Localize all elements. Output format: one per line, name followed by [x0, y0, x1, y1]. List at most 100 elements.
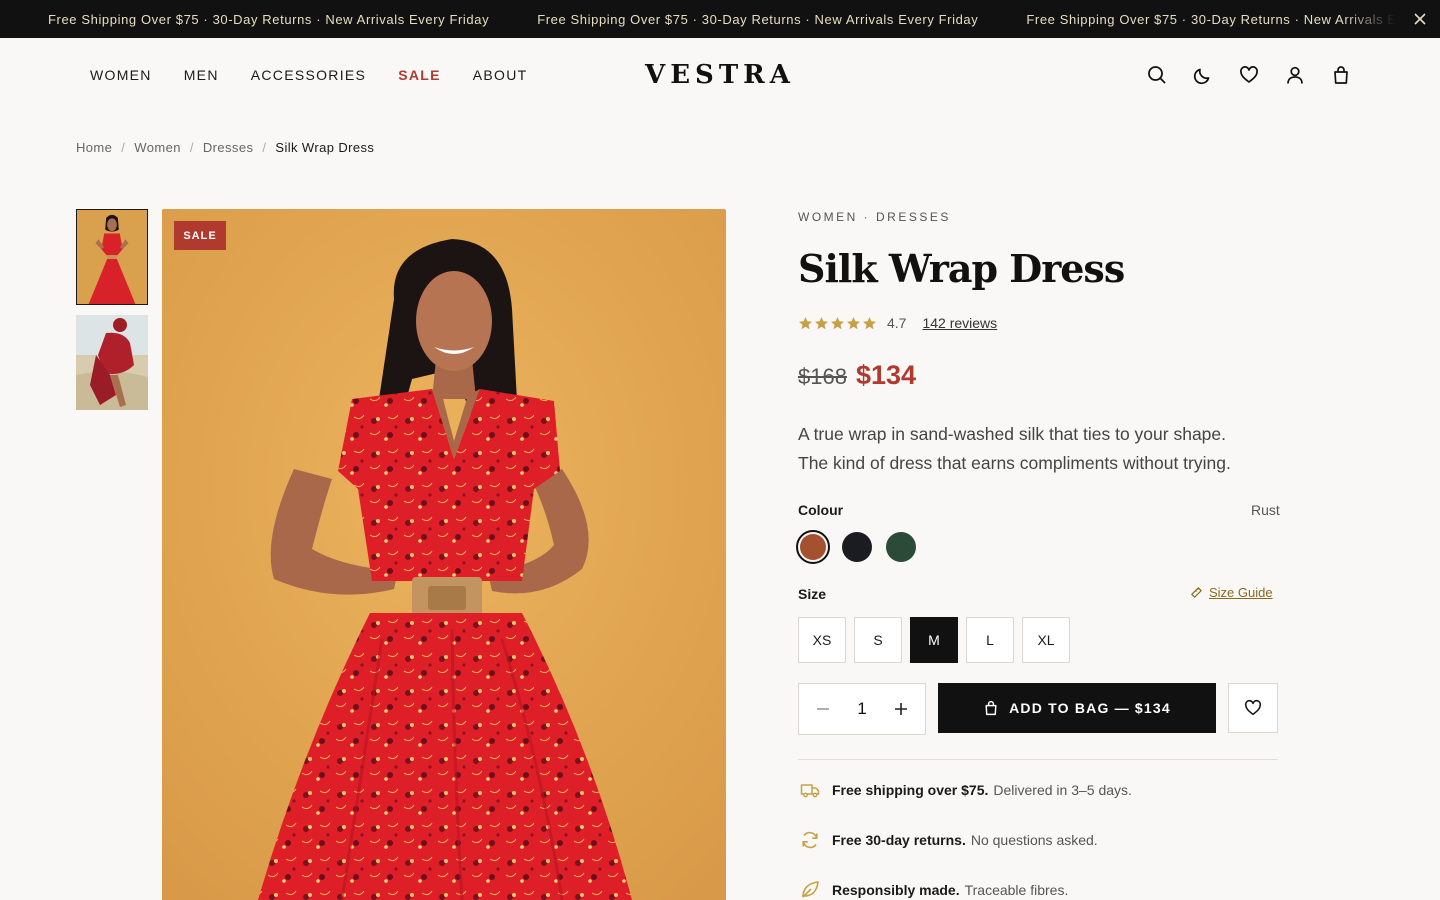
- breadcrumb-women[interactable]: Women: [134, 140, 181, 155]
- announcement-message: Free Shipping Over $75 · 30-Day Returns …: [48, 11, 490, 27]
- truck-icon: [800, 784, 820, 798]
- swatch-dot: [842, 532, 872, 562]
- search-icon: [1148, 66, 1166, 84]
- perk-text: No questions asked.: [970, 832, 1098, 848]
- size-guide-link[interactable]: Size Guide: [1190, 585, 1273, 600]
- nav-item-sale[interactable]: SALE: [398, 67, 441, 83]
- announcement-track: Free Shipping Over $75 · 30-Day Returns …: [48, 0, 1440, 38]
- size-option-xs[interactable]: XS: [798, 617, 846, 663]
- breadcrumb-separator: /: [189, 139, 194, 155]
- account-button[interactable]: [1283, 63, 1307, 87]
- size-option-xl[interactable]: XL: [1022, 617, 1070, 663]
- announcement-close-button[interactable]: [1400, 0, 1440, 38]
- quantity-stepper: 1: [798, 683, 926, 735]
- minus-icon: [817, 708, 829, 710]
- size-label: Size: [798, 586, 827, 602]
- nav-item-accessories[interactable]: ACCESSORIES: [251, 67, 366, 83]
- swatch-dot: [800, 534, 826, 560]
- product-category: WOMEN · DRESSES: [798, 210, 951, 224]
- perk-shipping: Free shipping over $75. Delivered in 3–5…: [800, 780, 1132, 800]
- bag-icon: [1334, 66, 1348, 84]
- breadcrumb-dresses[interactable]: Dresses: [203, 140, 253, 155]
- close-icon: [1414, 13, 1426, 25]
- product-main-image[interactable]: [162, 209, 726, 900]
- user-icon: [1287, 66, 1303, 84]
- site-header: WOMEN MEN ACCESSORIES SALE ABOUT VESTRA: [0, 38, 1440, 112]
- header-actions: [1145, 38, 1353, 112]
- ruler-icon: [1191, 587, 1202, 598]
- quantity-increase-button[interactable]: [889, 697, 913, 721]
- theme-toggle-button[interactable]: [1191, 63, 1215, 87]
- product-description: A true wrap in sand-washed silk that tie…: [798, 420, 1278, 478]
- quantity-value[interactable]: 1: [857, 699, 866, 719]
- breadcrumb-current: Silk Wrap Dress: [275, 139, 375, 155]
- sale-price: $134: [855, 360, 917, 390]
- gallery-thumbnail-2[interactable]: [76, 315, 148, 410]
- gallery-thumbnail-1[interactable]: [76, 209, 148, 305]
- bag-icon: [985, 700, 997, 716]
- original-price: $168: [798, 364, 847, 389]
- perk-sustainability: Responsibly made. Traceable fibres.: [800, 880, 1068, 900]
- star-icon: [863, 316, 876, 329]
- nav-item-women[interactable]: WOMEN: [90, 67, 152, 83]
- rating-value: 4.7: [887, 315, 907, 331]
- rating-stars: [798, 316, 877, 331]
- description-line: The kind of dress that earns compliments…: [798, 453, 1231, 473]
- breadcrumb: Home / Women / Dresses / Silk Wrap Dress: [76, 137, 374, 157]
- add-to-bag-label: ADD TO BAG — $134: [1009, 700, 1171, 716]
- search-button[interactable]: [1145, 63, 1169, 87]
- swatch-dot: [886, 532, 916, 562]
- star-icon: [847, 316, 860, 329]
- perk-title: Free shipping over $75.: [832, 782, 989, 798]
- breadcrumb-separator: /: [262, 139, 267, 155]
- star-icon: [799, 316, 812, 329]
- size-option-l[interactable]: L: [966, 617, 1014, 663]
- main-nav: WOMEN MEN ACCESSORIES SALE ABOUT: [90, 38, 527, 112]
- add-to-wishlist-button[interactable]: [1228, 683, 1278, 733]
- announcement-fade: [1344, 0, 1404, 38]
- cart-button[interactable]: [1329, 63, 1353, 87]
- colour-label: Colour: [798, 502, 844, 518]
- perk-text: Traceable fibres.: [964, 882, 1069, 898]
- reviews-link[interactable]: 142 reviews: [922, 315, 997, 331]
- plus-icon: [895, 703, 907, 715]
- star-icon: [815, 316, 828, 329]
- refresh-icon: [802, 831, 818, 849]
- perk-title: Responsibly made.: [832, 882, 960, 898]
- wishlist-button[interactable]: [1237, 63, 1261, 87]
- perk-returns: Free 30-day returns. No questions asked.: [800, 830, 1098, 850]
- announcement-bar: Free Shipping Over $75 · 30-Day Returns …: [0, 0, 1440, 38]
- breadcrumb-home[interactable]: Home: [76, 140, 112, 155]
- product-price: $168 $134: [798, 360, 916, 394]
- moon-icon: [1193, 68, 1210, 85]
- leaf-icon: [802, 881, 819, 898]
- dress-front-photo: [77, 210, 147, 304]
- star-icon: [831, 316, 844, 329]
- description-line: A true wrap in sand-washed silk that tie…: [798, 424, 1227, 444]
- sale-badge: SALE: [174, 221, 226, 250]
- heart-icon: [1240, 66, 1258, 83]
- quantity-decrease-button[interactable]: [811, 697, 835, 721]
- nav-item-about[interactable]: ABOUT: [473, 67, 528, 83]
- product-rating: 4.7 142 reviews: [798, 313, 997, 333]
- colour-swatch-rust[interactable]: [796, 530, 830, 564]
- colour-swatches: [796, 530, 918, 564]
- product-title: Silk Wrap Dress: [798, 246, 1125, 291]
- nav-item-men[interactable]: MEN: [184, 67, 219, 83]
- dress-hero-photo: [162, 209, 726, 900]
- add-to-bag-button[interactable]: ADD TO BAG — $134: [938, 683, 1216, 733]
- colour-swatch-green[interactable]: [884, 530, 918, 564]
- dress-beach-photo: [76, 315, 148, 410]
- size-guide-label: Size Guide: [1209, 585, 1273, 600]
- selected-colour: Rust: [1251, 502, 1280, 518]
- announcement-message: Free Shipping Over $75 · 30-Day Returns …: [537, 11, 979, 27]
- size-option-s[interactable]: S: [854, 617, 902, 663]
- breadcrumb-separator: /: [121, 139, 126, 155]
- perk-title: Free 30-day returns.: [832, 832, 966, 848]
- colour-swatch-black[interactable]: [840, 530, 874, 564]
- size-option-m[interactable]: M: [910, 617, 958, 663]
- size-options: XS S M L XL: [798, 617, 1070, 663]
- perk-text: Delivered in 3–5 days.: [993, 782, 1132, 798]
- section-divider: [798, 759, 1278, 760]
- heart-icon: [1244, 699, 1262, 716]
